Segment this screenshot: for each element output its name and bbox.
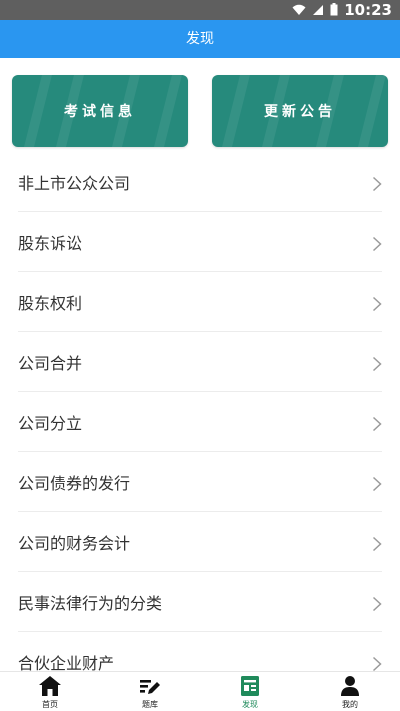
edit-list-icon [140, 680, 160, 694]
list-item-label: 公司债券的发行 [18, 473, 131, 493]
bottom-tab-bar: 首页 题库 发现 我的 [0, 671, 400, 711]
tab-label: 我的 [342, 700, 358, 709]
home-icon [39, 676, 61, 696]
discover-icon [241, 676, 259, 696]
page-title: 发现 [0, 20, 400, 58]
list-item-label: 合伙企业财产 [18, 653, 115, 673]
battery-icon [330, 1, 338, 20]
update-notice-card[interactable]: 更新公告 [212, 75, 388, 147]
chevron-right-icon [372, 536, 382, 552]
list-item[interactable]: 公司合并 [18, 332, 382, 392]
chevron-right-icon [372, 356, 382, 372]
tab-label: 首页 [42, 700, 58, 709]
tab-label: 发现 [242, 700, 258, 709]
chevron-right-icon [372, 656, 382, 672]
chevron-right-icon [372, 476, 382, 492]
list-item[interactable]: 公司的财务会计 [18, 512, 382, 572]
chevron-right-icon [372, 416, 382, 432]
status-right: 10:23 [292, 0, 392, 20]
list-item-label: 股东诉讼 [18, 233, 83, 253]
topic-list: 非上市公众公司 股东诉讼 股东权利 公司合并 公司分立 公司债券的发行 公司的财… [18, 152, 382, 692]
feature-cards: 考试信息 更新公告 [0, 58, 400, 158]
list-item[interactable]: 民事法律行为的分类 [18, 572, 382, 632]
update-notice-label: 更新公告 [264, 104, 336, 120]
status-bar: 10:23 [0, 0, 400, 20]
chevron-right-icon [372, 176, 382, 192]
exam-info-label: 考试信息 [64, 104, 136, 120]
list-item[interactable]: 非上市公众公司 [18, 152, 382, 212]
list-item-label: 非上市公众公司 [18, 173, 131, 193]
signal-icon [312, 1, 324, 20]
list-item[interactable]: 股东诉讼 [18, 212, 382, 272]
list-item[interactable]: 公司债券的发行 [18, 452, 382, 512]
tab-home[interactable]: 首页 [0, 672, 100, 711]
status-time: 10:23 [344, 1, 392, 19]
list-item[interactable]: 股东权利 [18, 272, 382, 332]
chevron-right-icon [372, 596, 382, 612]
tab-me[interactable]: 我的 [300, 672, 400, 711]
list-item-label: 公司分立 [18, 413, 83, 433]
chevron-right-icon [372, 296, 382, 312]
list-item-label: 公司合并 [18, 353, 83, 373]
tab-question-bank[interactable]: 题库 [100, 672, 200, 711]
chevron-right-icon [372, 236, 382, 252]
list-item[interactable]: 公司分立 [18, 392, 382, 452]
exam-info-card[interactable]: 考试信息 [12, 75, 188, 147]
list-item-label: 公司的财务会计 [18, 533, 131, 553]
list-item-label: 股东权利 [18, 293, 83, 313]
user-icon [341, 676, 359, 696]
tab-label: 题库 [142, 700, 158, 709]
list-item-label: 民事法律行为的分类 [18, 593, 163, 613]
wifi-icon [292, 1, 306, 20]
tab-discover[interactable]: 发现 [200, 672, 300, 711]
